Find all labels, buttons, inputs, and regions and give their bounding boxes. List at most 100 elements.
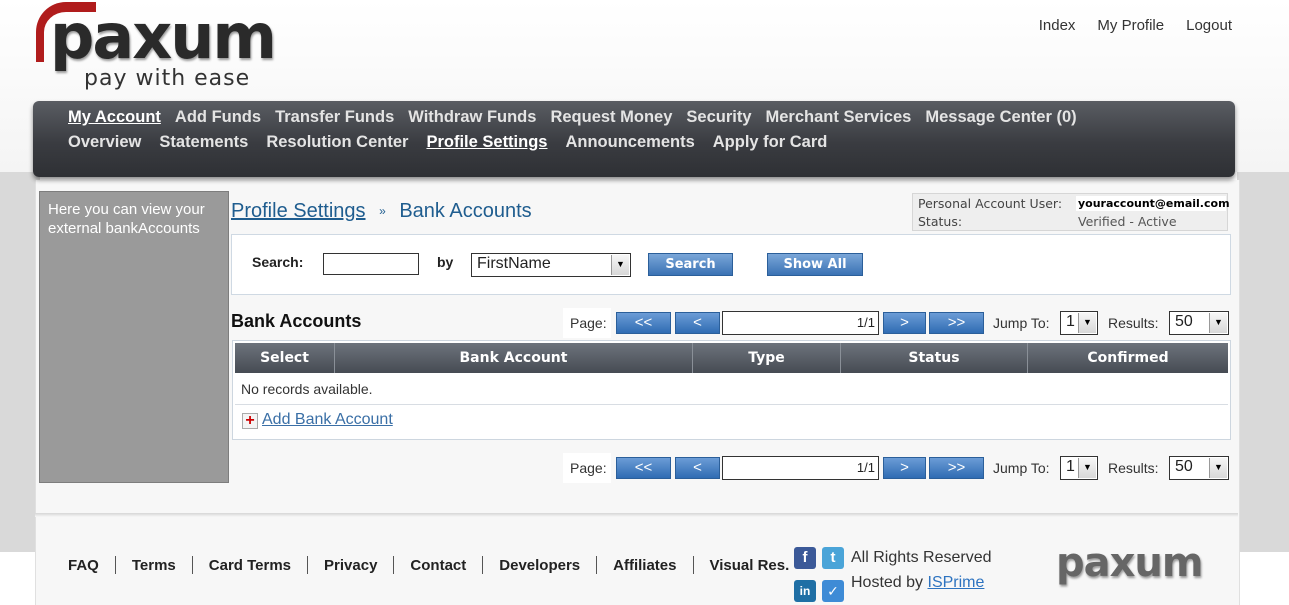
- dropdown-arrow-icon[interactable]: ▼: [1078, 313, 1096, 333]
- prev-page-button[interactable]: <: [675, 312, 720, 334]
- nav-request-money[interactable]: Request Money: [550, 108, 672, 127]
- twitter-icon[interactable]: t: [822, 547, 844, 569]
- footer-divider: [35, 513, 1238, 517]
- column-header-confirmed[interactable]: Confirmed: [1028, 343, 1228, 373]
- nav-announcements[interactable]: Announcements: [565, 133, 694, 152]
- breadcrumb-separator-icon: »: [379, 204, 386, 218]
- dropdown-arrow-icon[interactable]: ▼: [611, 255, 629, 275]
- bank-accounts-title: Bank Accounts: [231, 311, 362, 331]
- checkmark-icon[interactable]: ✓: [822, 580, 844, 602]
- social-icons: f t in ✓: [794, 547, 844, 603]
- search-by-select[interactable]: FirstName ▼: [471, 253, 631, 277]
- footer-link-contact[interactable]: Contact: [410, 557, 466, 574]
- footer-link-card-terms[interactable]: Card Terms: [209, 557, 291, 574]
- add-bank-account-link[interactable]: Add Bank Account: [262, 411, 393, 429]
- footer-link-affiliates[interactable]: Affiliates: [613, 557, 676, 574]
- top-links: Index My Profile Logout: [1039, 17, 1232, 34]
- results-select[interactable]: 50 ▼: [1169, 311, 1229, 335]
- footer-link-visual-res[interactable]: Visual Res.: [710, 557, 790, 574]
- footer-link-terms[interactable]: Terms: [132, 557, 176, 574]
- column-header-status[interactable]: Status: [841, 343, 1028, 373]
- logout-link[interactable]: Logout: [1186, 17, 1232, 34]
- page-input[interactable]: 1/1: [722, 311, 879, 335]
- next-page-button[interactable]: >: [883, 457, 926, 479]
- nav-message-center[interactable]: Message Center (0): [925, 108, 1076, 127]
- search-label: Search:: [252, 254, 304, 270]
- footer-paxum-logo[interactable]: paxum: [1056, 540, 1204, 586]
- add-plus-icon[interactable]: +: [242, 413, 258, 429]
- jump-to-value: 1: [1066, 313, 1075, 330]
- page-input[interactable]: 1/1: [722, 456, 879, 480]
- first-page-button[interactable]: <<: [616, 312, 671, 334]
- footer-link-developers[interactable]: Developers: [499, 557, 580, 574]
- nav-merchant-services[interactable]: Merchant Services: [766, 108, 912, 127]
- results-label: Results:: [1108, 315, 1159, 331]
- column-header-bank-account[interactable]: Bank Account: [335, 343, 693, 373]
- nav-statements[interactable]: Statements: [159, 133, 248, 152]
- footer-link-privacy[interactable]: Privacy: [324, 557, 377, 574]
- linkedin-icon[interactable]: in: [794, 580, 816, 602]
- column-header-type[interactable]: Type: [693, 343, 841, 373]
- dropdown-arrow-icon[interactable]: ▼: [1209, 458, 1227, 478]
- nav-withdraw-funds[interactable]: Withdraw Funds: [408, 108, 536, 127]
- account-info-box: Personal Account User: youraccount@email…: [912, 193, 1230, 231]
- next-page-button[interactable]: >: [883, 312, 926, 334]
- nav-apply-for-card[interactable]: Apply for Card: [713, 133, 828, 152]
- account-status-label: Status:: [918, 214, 963, 229]
- last-page-button[interactable]: >>: [929, 312, 984, 334]
- show-all-button[interactable]: Show All: [767, 253, 863, 276]
- paxum-logo[interactable]: paxum pay with ease: [36, 0, 326, 100]
- nav-add-funds[interactable]: Add Funds: [175, 108, 261, 127]
- logo-tagline: pay with ease: [84, 66, 251, 91]
- no-records-message: No records available.: [241, 381, 373, 397]
- copyright-text: All Rights Reserved: [851, 549, 992, 566]
- results-label: Results:: [1108, 460, 1159, 476]
- results-select[interactable]: 50 ▼: [1169, 456, 1229, 480]
- nav-profile-settings[interactable]: Profile Settings: [426, 133, 547, 152]
- account-email: youraccount@email.com: [1076, 196, 1230, 211]
- breadcrumb-profile-settings[interactable]: Profile Settings: [231, 200, 366, 222]
- search-by-value: FirstName: [477, 255, 551, 272]
- prev-page-button[interactable]: <: [675, 457, 720, 479]
- hosted-by-text: Hosted by ISPrime: [851, 574, 984, 592]
- search-by-label: by: [437, 254, 454, 270]
- my-profile-link[interactable]: My Profile: [1097, 17, 1164, 34]
- right-gutter: [1237, 172, 1289, 552]
- nav-my-account[interactable]: My Account: [68, 108, 161, 127]
- main-navbar: My Account Add Funds Transfer Funds With…: [33, 101, 1235, 177]
- page-label: Page:: [570, 315, 607, 331]
- nav-secondary: Overview Statements Resolution Center Pr…: [68, 133, 827, 152]
- nav-security[interactable]: Security: [686, 108, 751, 127]
- column-header-select[interactable]: Select: [235, 343, 335, 373]
- breadcrumb: Profile Settings » Bank Accounts: [231, 200, 532, 223]
- footer-link-faq[interactable]: FAQ: [68, 557, 99, 574]
- dropdown-arrow-icon[interactable]: ▼: [1209, 313, 1227, 333]
- first-page-button[interactable]: <<: [616, 457, 671, 479]
- account-user-label: Personal Account User:: [918, 196, 1063, 211]
- facebook-icon[interactable]: f: [794, 547, 816, 569]
- jump-to-select[interactable]: 1 ▼: [1060, 311, 1098, 335]
- nav-resolution-center[interactable]: Resolution Center: [266, 133, 408, 152]
- search-button[interactable]: Search: [648, 253, 733, 276]
- host-link[interactable]: ISPrime: [928, 574, 985, 591]
- nav-primary: My Account Add Funds Transfer Funds With…: [68, 108, 1077, 127]
- search-input[interactable]: [323, 253, 419, 275]
- search-panel: Search: by FirstName ▼ Search Show All: [231, 234, 1231, 295]
- page-title: Bank Accounts: [399, 200, 532, 222]
- account-status-value: Verified - Active: [1078, 214, 1177, 229]
- nav-overview[interactable]: Overview: [68, 133, 141, 152]
- left-gutter: [0, 172, 40, 552]
- jump-to-label: Jump To:: [993, 315, 1050, 331]
- jump-to-select[interactable]: 1 ▼: [1060, 456, 1098, 480]
- info-sidebar: Here you can view your external bankAcco…: [39, 191, 229, 483]
- pager-top: Page: << < 1/1 > >> Jump To: 1 ▼ Results…: [563, 308, 1233, 338]
- dropdown-arrow-icon[interactable]: ▼: [1078, 458, 1096, 478]
- nav-transfer-funds[interactable]: Transfer Funds: [275, 108, 394, 127]
- sidebar-text: Here you can view your external bankAcco…: [48, 201, 205, 237]
- last-page-button[interactable]: >>: [929, 457, 984, 479]
- index-link[interactable]: Index: [1039, 17, 1076, 34]
- jump-to-value: 1: [1066, 458, 1075, 475]
- page-label: Page:: [570, 460, 607, 476]
- results-value: 50: [1175, 458, 1193, 475]
- bank-accounts-table: Select Bank Account Type Status Confirme…: [232, 340, 1231, 440]
